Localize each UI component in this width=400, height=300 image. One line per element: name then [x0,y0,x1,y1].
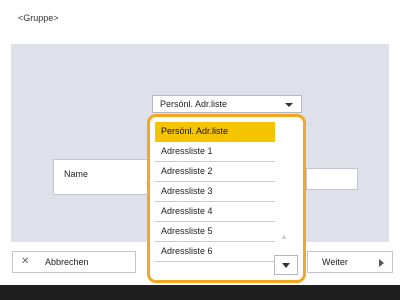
scroll-down-button[interactable] [274,255,298,275]
dropdown-option[interactable]: Adressliste 2 [155,162,275,182]
dropdown-option[interactable]: Adressliste 6 [155,242,275,262]
address-list-select[interactable]: Persönl. Adr.liste [152,95,302,113]
address-list-select-value: Persönl. Adr.liste [160,99,228,109]
name-button-label: Name [64,169,89,179]
status-bar [0,285,400,300]
close-icon: ✕ [21,256,30,267]
chevron-down-icon [285,103,293,107]
dropdown-option[interactable]: Persönl. Adr.liste [155,122,275,142]
cancel-button-label: Abbrechen [45,257,89,267]
play-icon [379,259,384,267]
screen-title: <Gruppe> [18,13,59,23]
next-button-label: Weiter [322,257,348,267]
scroll-up-icon: ▲ [280,232,288,241]
dropdown-options: Persönl. Adr.liste Adressliste 1 Adressl… [155,122,275,262]
next-button[interactable]: Weiter [307,251,393,273]
cancel-button[interactable]: ✕ Abbrechen [12,251,136,273]
dropdown-option[interactable]: Adressliste 3 [155,182,275,202]
dropdown-option[interactable]: Adressliste 5 [155,222,275,242]
dropdown-option[interactable]: Adressliste 4 [155,202,275,222]
dropdown-option[interactable]: Adressliste 1 [155,142,275,162]
name-value-field[interactable] [306,168,358,190]
name-button[interactable]: Name › [53,159,151,195]
address-list-dropdown: Persönl. Adr.liste Adressliste 1 Adressl… [147,114,306,283]
